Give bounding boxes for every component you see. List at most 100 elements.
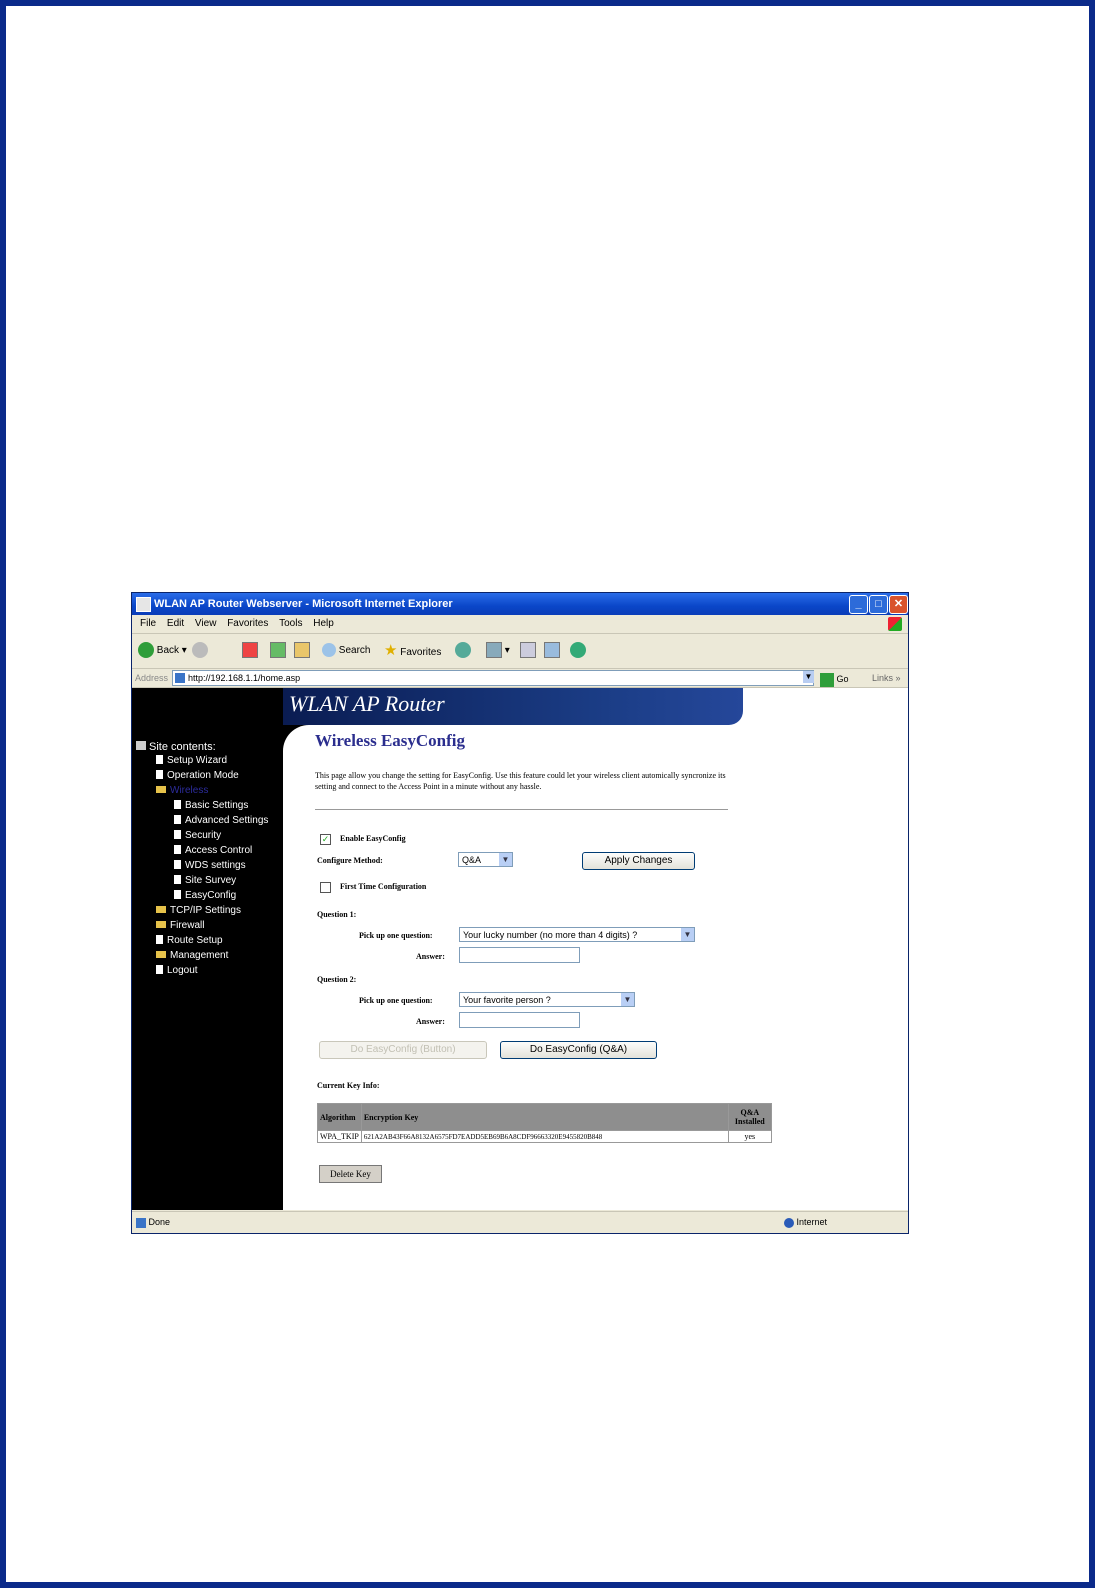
page-icon: [175, 673, 185, 683]
answer-1-label: Answer:: [416, 952, 445, 961]
search-label: Search: [338, 645, 371, 656]
answer-1-input[interactable]: [459, 947, 580, 963]
document-icon: [156, 770, 163, 779]
sidebar-item-label: Management: [170, 950, 229, 961]
status-done: Done: [136, 1212, 170, 1233]
home-button[interactable]: [294, 642, 310, 660]
do-easyconfig-button-button: Do EasyConfig (Button): [319, 1041, 487, 1059]
globe-icon: [784, 1217, 794, 1228]
back-label: Back: [156, 645, 180, 656]
address-url: http://192.168.1.1/home.asp: [188, 673, 301, 683]
question-1-value: Your lucky number (no more than 4 digits…: [463, 930, 638, 940]
print-button[interactable]: [520, 642, 536, 660]
sidebar-item-setup-wizard[interactable]: Setup Wizard: [156, 754, 227, 768]
chevron-down-icon[interactable]: ▼: [803, 671, 814, 683]
messenger-icon: [570, 642, 586, 659]
edit-page-icon: [544, 642, 560, 659]
sidebar-item-operation-mode[interactable]: Operation Mode: [156, 769, 239, 783]
question-1-select[interactable]: Your lucky number (no more than 4 digits…: [459, 927, 695, 942]
forward-button[interactable]: [192, 642, 208, 660]
apply-changes-button[interactable]: Apply Changes: [582, 852, 695, 870]
status-zone-label: Internet: [796, 1217, 828, 1227]
menu-favorites[interactable]: Favorites: [227, 615, 268, 633]
document-icon: [156, 755, 163, 764]
sidebar-item-wds-settings[interactable]: WDS settings: [174, 859, 246, 873]
chevron-down-icon: ▼: [681, 928, 694, 941]
home-icon: [294, 642, 310, 659]
favorites-button[interactable]: ★ Favorites: [384, 642, 441, 660]
sidebar-item-label: Basic Settings: [185, 800, 249, 811]
favorites-label: Favorites: [400, 647, 442, 658]
document-icon: [174, 845, 181, 854]
sidebar-item-security[interactable]: Security: [174, 829, 221, 843]
close-icon[interactable]: ✕: [889, 595, 908, 614]
page-title: Wireless EasyConfig: [315, 731, 466, 750]
key-info-table: Algorithm Encryption Key Q&A Installed W…: [317, 1103, 772, 1143]
document-icon: [156, 935, 163, 944]
back-button[interactable]: Back ▾: [138, 642, 187, 660]
sidebar-item-wireless[interactable]: Wireless: [156, 784, 208, 798]
mail-button[interactable]: ▾: [486, 642, 510, 660]
enable-easyconfig-checkbox[interactable]: ✓: [320, 834, 331, 845]
header-banner: WLAN AP Router: [283, 688, 743, 725]
sidebar: Site contents: Setup Wizard Operation Mo…: [132, 688, 283, 1210]
history-button[interactable]: [455, 642, 471, 660]
sidebar-item-label: Wireless: [170, 785, 209, 796]
do-easyconfig-qa-button[interactable]: Do EasyConfig (Q&A): [500, 1041, 657, 1059]
stop-button[interactable]: [242, 642, 258, 660]
document-icon: [174, 860, 181, 869]
sidebar-item-logout[interactable]: Logout: [156, 964, 198, 978]
sidebar-item-advanced-settings[interactable]: Advanced Settings: [174, 814, 268, 828]
question-2-select[interactable]: Your favorite person ? ▼: [459, 992, 635, 1007]
table-cell-encryption-key: 621A2AB43F66A8132A6575FD7EADD5EB69B6A8CD…: [360, 1130, 729, 1143]
mail-icon: [486, 642, 502, 659]
delete-key-button[interactable]: Delete Key: [319, 1165, 382, 1183]
maximize-icon[interactable]: □: [869, 595, 888, 614]
sidebar-item-label: Security: [185, 830, 222, 841]
sidebar-item-management[interactable]: Management: [156, 949, 228, 963]
status-zone: Internet: [784, 1212, 827, 1233]
current-key-info-heading: Current Key Info:: [317, 1081, 380, 1090]
stop-icon: [242, 642, 258, 659]
window-title: WLAN AP Router Webserver - Microsoft Int…: [154, 598, 453, 610]
menu-file[interactable]: File: [140, 615, 156, 633]
table-cell-qa-installed: yes: [727, 1130, 772, 1143]
address-bar: Address http://192.168.1.1/home.asp ▼ Go…: [132, 669, 908, 688]
chevron-down-icon: ▼: [499, 853, 512, 866]
refresh-button[interactable]: [270, 642, 286, 660]
sidebar-item-access-control[interactable]: Access Control: [174, 844, 252, 858]
folder-icon: [156, 906, 166, 913]
menu-help[interactable]: Help: [313, 615, 334, 633]
question-2-heading: Question 2:: [317, 975, 357, 984]
sidebar-item-site-survey[interactable]: Site Survey: [174, 874, 236, 888]
links-button[interactable]: Links »: [872, 669, 901, 687]
search-button[interactable]: Search: [322, 642, 370, 660]
configure-method-select[interactable]: Q&A ▼: [458, 852, 513, 867]
sidebar-item-firewall[interactable]: Firewall: [156, 919, 204, 933]
answer-2-input[interactable]: [459, 1012, 580, 1028]
menu-edit[interactable]: Edit: [167, 615, 184, 633]
edit-button[interactable]: [544, 642, 560, 660]
sidebar-item-easyconfig[interactable]: EasyConfig: [174, 889, 236, 903]
go-button[interactable]: Go: [820, 670, 849, 688]
menu-tools[interactable]: Tools: [279, 615, 302, 633]
go-arrow-icon: [820, 672, 834, 687]
sidebar-item-label: EasyConfig: [185, 890, 237, 901]
address-input[interactable]: http://192.168.1.1/home.asp: [172, 670, 814, 686]
minimize-icon[interactable]: _: [849, 595, 868, 614]
answer-2-label: Answer:: [416, 1017, 445, 1026]
document-icon: [156, 965, 163, 974]
star-icon: ★: [384, 642, 398, 659]
back-arrow-icon: [138, 642, 154, 659]
first-time-configuration-checkbox[interactable]: ✓: [320, 882, 331, 893]
menu-view[interactable]: View: [195, 615, 217, 633]
document-icon: [174, 830, 181, 839]
address-label: Address: [135, 673, 169, 683]
messenger-button[interactable]: [570, 642, 586, 660]
sidebar-item-tcpip-settings[interactable]: TCP/IP Settings: [156, 904, 241, 918]
sidebar-item-basic-settings[interactable]: Basic Settings: [174, 799, 248, 813]
folder-icon: [156, 786, 166, 793]
sidebar-item-route-setup[interactable]: Route Setup: [156, 934, 223, 948]
tree-root[interactable]: Site contents:: [136, 740, 216, 754]
ie-icon: [136, 597, 151, 612]
